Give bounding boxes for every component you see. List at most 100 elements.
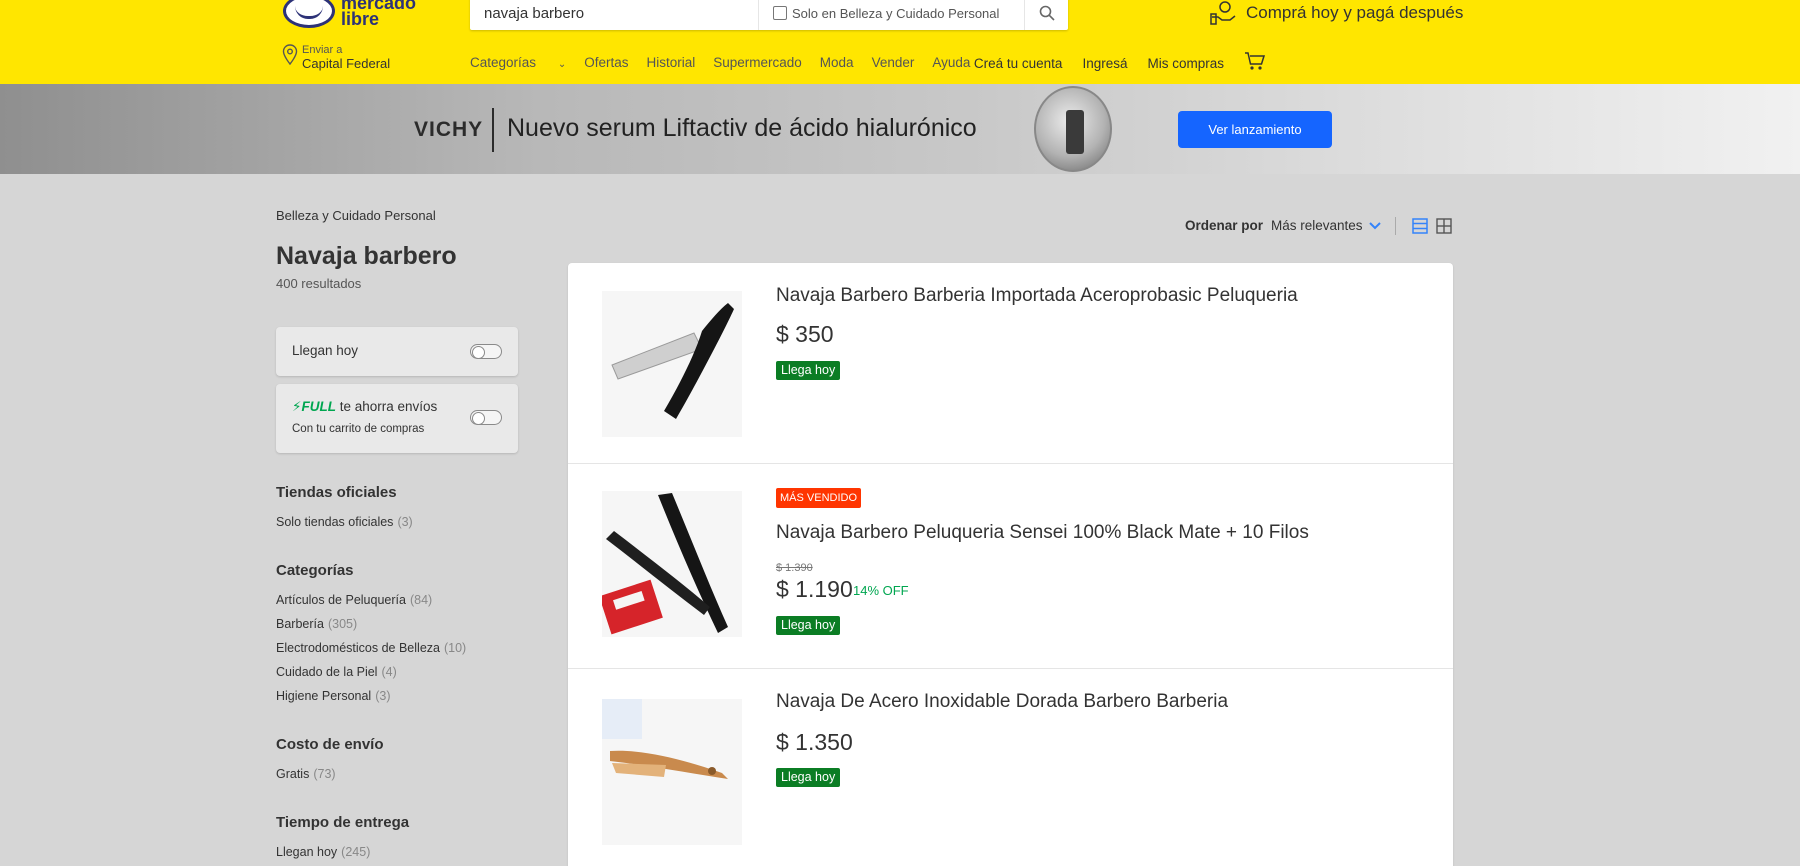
item-discount: 14% OFF bbox=[853, 583, 909, 598]
handshake-logo-icon bbox=[283, 0, 335, 28]
filter-count: (4) bbox=[381, 665, 397, 679]
nav-categorias[interactable]: Categorías ⌄ bbox=[470, 55, 566, 70]
filter-label: Solo tiendas oficiales bbox=[276, 515, 394, 529]
nav-historial[interactable]: Historial bbox=[646, 55, 695, 70]
sort-dropdown[interactable]: Ordenar por Más relevantes bbox=[1185, 218, 1381, 233]
filter-label: Llegan hoy bbox=[276, 845, 338, 859]
banner-brand: VICHY bbox=[414, 118, 484, 141]
item-title[interactable]: Navaja Barbero Barberia Importada Acerop… bbox=[776, 285, 1298, 307]
filter-label: Higiene Personal bbox=[276, 689, 372, 703]
toolbar-divider bbox=[1395, 217, 1396, 235]
results-list: Navaja Barbero Barberia Importada Acerop… bbox=[568, 263, 1453, 866]
filter-count: (10) bbox=[443, 641, 467, 655]
results-count: 400 resultados bbox=[276, 276, 362, 291]
arrives-today-badge: Llega hoy bbox=[776, 361, 841, 380]
filter-category-electrodomesticos[interactable]: Electrodomésticos de Belleza (10) bbox=[276, 641, 466, 655]
full-brand: FULL bbox=[301, 399, 336, 414]
filter-category-barberia[interactable]: Barbería (305) bbox=[276, 617, 357, 631]
full-text: te ahorra envíos bbox=[339, 399, 438, 414]
filter-count: (3) bbox=[397, 515, 413, 529]
search-category-filter[interactable]: Solo en Belleza y Cuidado Personal bbox=[758, 0, 999, 30]
same-day-label: Llegan hoy bbox=[292, 343, 359, 358]
full-shipping-filter[interactable]: ⚡FULL te ahorra envíos Con tu carrito de… bbox=[276, 384, 518, 453]
promo-text: Comprá hoy y pagá después bbox=[1246, 3, 1464, 22]
filter-count: (84) bbox=[409, 593, 433, 607]
search-icon bbox=[1039, 5, 1055, 21]
banner-divider bbox=[492, 108, 494, 152]
sort-label: Ordenar por bbox=[1185, 218, 1264, 233]
banner-title: Nuevo serum Liftactiv de ácido hialuróni… bbox=[507, 114, 977, 142]
main-nav: Categorías ⌄ Ofertas Historial Supermerc… bbox=[470, 55, 988, 70]
banner-cta-button[interactable]: Ver lanzamiento bbox=[1178, 111, 1332, 148]
section-title-entrega: Tiempo de entrega bbox=[276, 814, 410, 831]
nav-label: Categorías bbox=[470, 55, 537, 70]
result-item[interactable]: MÁS VENDIDO Navaja Barbero Peluqueria Se… bbox=[568, 464, 1453, 669]
section-title-envio: Costo de envío bbox=[276, 736, 384, 753]
result-item[interactable]: Navaja De Acero Inoxidable Dorada Barber… bbox=[568, 669, 1453, 866]
sort-value: Más relevantes bbox=[1271, 218, 1363, 233]
item-title[interactable]: Navaja Barbero Peluqueria Sensei 100% Bl… bbox=[776, 522, 1309, 544]
filter-category-piel[interactable]: Cuidado de la Piel (4) bbox=[276, 665, 397, 679]
logo[interactable]: mercado libre bbox=[283, 0, 431, 28]
filter-count: (305) bbox=[327, 617, 358, 631]
filter-arrives-today[interactable]: Llegan hoy (245) bbox=[276, 845, 370, 859]
location-selector[interactable]: Enviar a Capital Federal bbox=[282, 44, 390, 72]
create-account-link[interactable]: Creá tu cuenta bbox=[974, 56, 1063, 71]
filter-label: Gratis bbox=[276, 767, 310, 781]
promo-banner[interactable]: Comprá hoy y pagá después bbox=[1210, 0, 1463, 26]
filter-official-stores[interactable]: Solo tiendas oficiales (3) bbox=[276, 515, 413, 529]
nav-ofertas[interactable]: Ofertas bbox=[584, 55, 628, 70]
nav-vender[interactable]: Vender bbox=[872, 55, 915, 70]
nav-supermercado[interactable]: Supermercado bbox=[713, 55, 802, 70]
item-price: $ 1.190 bbox=[776, 576, 853, 602]
filter-count: (245) bbox=[341, 845, 371, 859]
filter-label: Cuidado de la Piel bbox=[276, 665, 378, 679]
filter-category-peluqueria[interactable]: Artículos de Peluquería (84) bbox=[276, 593, 432, 607]
category-checkbox[interactable] bbox=[773, 6, 787, 20]
same-day-toggle[interactable] bbox=[470, 344, 502, 359]
full-label: ⚡FULL te ahorra envíos bbox=[292, 399, 437, 415]
chevron-down-icon: ⌄ bbox=[557, 59, 567, 70]
item-title[interactable]: Navaja De Acero Inoxidable Dorada Barber… bbox=[776, 691, 1228, 713]
gold-razor-image[interactable] bbox=[602, 699, 742, 845]
filter-category-higiene[interactable]: Higiene Personal (3) bbox=[276, 689, 390, 703]
search-input[interactable] bbox=[484, 0, 764, 27]
location-label: Enviar a bbox=[302, 44, 343, 56]
search-bar: Solo en Belleza y Cuidado Personal bbox=[470, 0, 1068, 30]
ad-banner[interactable]: VICHY Nuevo serum Liftactiv de ácido hia… bbox=[0, 84, 1800, 174]
full-subtext: Con tu carrito de compras bbox=[292, 423, 425, 435]
cart-icon[interactable] bbox=[1244, 51, 1266, 71]
section-title-categorias: Categorías bbox=[276, 562, 354, 579]
filter-label: Artículos de Peluquería bbox=[276, 593, 406, 607]
straight-razor-image[interactable] bbox=[602, 491, 742, 637]
result-item[interactable]: Navaja Barbero Barberia Importada Acerop… bbox=[568, 263, 1453, 464]
location-pin-icon bbox=[282, 44, 298, 66]
hand-money-icon bbox=[1210, 1, 1236, 25]
login-link[interactable]: Ingresá bbox=[1082, 56, 1127, 71]
header: mercado libre Solo en Belleza y Cuidado … bbox=[0, 0, 1800, 84]
category-filter-label: Solo en Belleza y Cuidado Personal bbox=[792, 5, 1000, 21]
nav-moda[interactable]: Moda bbox=[820, 55, 854, 70]
chevron-down-icon bbox=[1368, 221, 1381, 229]
my-purchases-link[interactable]: Mis compras bbox=[1147, 56, 1224, 71]
item-price: $ 1.350 bbox=[776, 729, 853, 755]
grid-view-icon[interactable] bbox=[1436, 218, 1452, 234]
account-nav: Creá tu cuenta Ingresá Mis compras bbox=[954, 52, 1266, 71]
item-old-price: $ 1.390 bbox=[776, 562, 813, 574]
breadcrumb[interactable]: Belleza y Cuidado Personal bbox=[276, 208, 436, 223]
filter-label: Barbería bbox=[276, 617, 324, 631]
straight-razor-image[interactable] bbox=[602, 291, 742, 437]
logo-text: mercado libre bbox=[341, 0, 417, 29]
search-button[interactable] bbox=[1024, 0, 1068, 30]
filter-label: Electrodomésticos de Belleza bbox=[276, 641, 440, 655]
filter-free-shipping[interactable]: Gratis (73) bbox=[276, 767, 336, 781]
filter-count: (73) bbox=[313, 767, 336, 781]
best-seller-badge: MÁS VENDIDO bbox=[776, 488, 862, 508]
same-day-filter[interactable]: Llegan hoy bbox=[276, 327, 518, 376]
full-toggle[interactable] bbox=[470, 410, 502, 425]
list-view-icon[interactable] bbox=[1412, 218, 1428, 234]
arrives-today-badge: Llega hoy bbox=[776, 616, 841, 635]
section-title-tiendas: Tiendas oficiales bbox=[276, 484, 397, 501]
item-price: $ 350 bbox=[776, 321, 834, 347]
arrives-today-badge: Llega hoy bbox=[776, 768, 841, 787]
